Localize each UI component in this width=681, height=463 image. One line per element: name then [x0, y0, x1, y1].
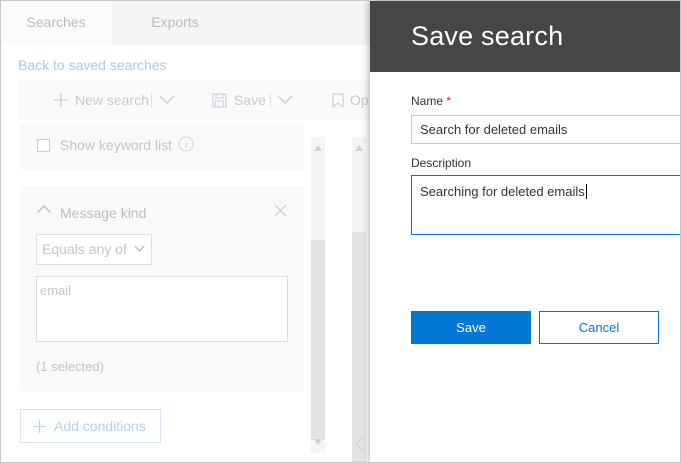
required-marker: * — [446, 94, 452, 108]
panel-header: Save search — [370, 0, 681, 72]
description-text: Searching for deleted emails — [420, 184, 585, 199]
description-field[interactable]: Searching for deleted emails — [411, 175, 681, 235]
cancel-button[interactable]: Cancel — [539, 311, 659, 344]
panel-title: Save search — [411, 21, 564, 51]
name-label-text: Name — [411, 94, 444, 108]
name-field[interactable] — [411, 115, 681, 144]
dim-overlay — [0, 0, 370, 463]
search-page: Searches Exports Back to saved searches … — [0, 0, 370, 463]
save-button[interactable]: Save — [411, 311, 531, 344]
name-label: Name * — [411, 94, 451, 108]
save-search-panel: Save search Name * Description Searching… — [370, 0, 681, 463]
text-caret — [585, 184, 587, 199]
description-label: Description — [411, 156, 472, 170]
